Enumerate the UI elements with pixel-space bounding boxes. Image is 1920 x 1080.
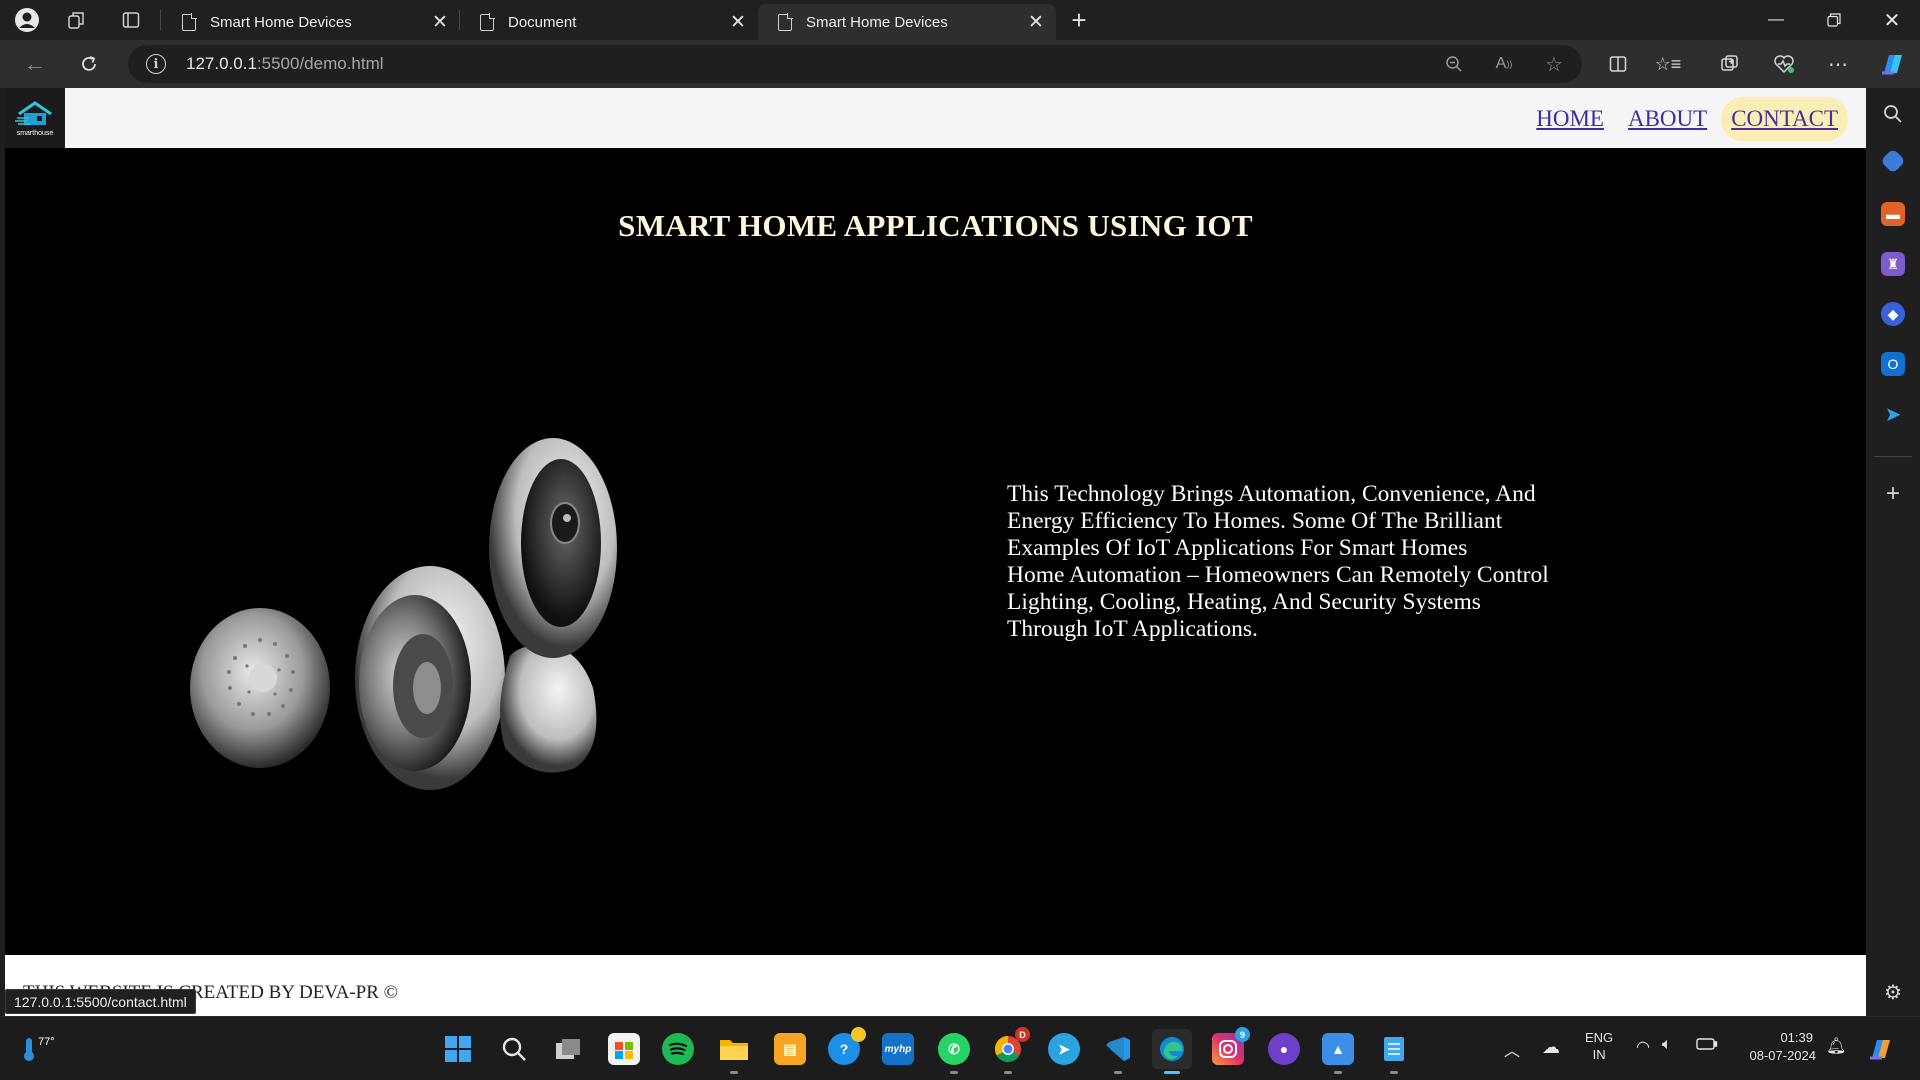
house-logo-icon xyxy=(15,100,52,125)
tab-title: Smart Home Devices xyxy=(806,13,948,31)
tab-title: Smart Home Devices xyxy=(210,13,352,31)
sidebar-search-icon[interactable] xyxy=(1881,102,1905,126)
refresh-icon[interactable] xyxy=(72,48,106,80)
close-window-icon[interactable]: ✕ xyxy=(1864,0,1920,40)
favorites-icon[interactable]: ☆≡ xyxy=(1654,50,1682,78)
page-icon xyxy=(778,12,793,31)
paragraph-line: Home Automation – Homeowners Can Remotel… xyxy=(1007,562,1549,588)
copilot-taskbar-icon[interactable] xyxy=(1864,1033,1896,1065)
instagram-icon[interactable]: 9 xyxy=(1212,1027,1250,1065)
paragraph-line: Energy Efficiency To Homes. Some Of The … xyxy=(1007,508,1503,534)
edge-icon[interactable] xyxy=(1152,1029,1192,1074)
volume-icon[interactable]: 🔈︎ xyxy=(1662,1036,1672,1054)
nav-about-link[interactable]: ABOUT xyxy=(1618,97,1717,141)
vscode-icon[interactable] xyxy=(1102,1033,1134,1074)
paragraph-line: Examples Of IoT Applications For Smart H… xyxy=(1007,535,1468,561)
weather-temp: 77° xyxy=(38,1036,55,1048)
workspaces-icon[interactable] xyxy=(62,6,92,34)
chrome-icon[interactable]: D xyxy=(992,1027,1030,1074)
tools-briefcase-icon[interactable]: ▬ xyxy=(1881,202,1905,226)
close-tab-icon[interactable]: ✕ xyxy=(1024,10,1048,34)
language-indicator[interactable]: ENG IN xyxy=(1585,1029,1613,1063)
more-menu-icon[interactable]: ⋯ xyxy=(1824,50,1852,78)
tab-smart-home-1[interactable]: Smart Home Devices ✕ xyxy=(162,4,460,40)
shopping-tag-icon[interactable] xyxy=(1880,148,1906,174)
page-icon xyxy=(480,12,495,31)
page-title: SMART HOME APPLICATIONS USING IOT xyxy=(618,208,1253,243)
browser-essentials-icon[interactable] xyxy=(1770,50,1798,78)
notepad-icon[interactable] xyxy=(1378,1033,1410,1074)
notifications-bell-icon[interactable]: 🔔︎ xyxy=(1826,1036,1846,1056)
clock[interactable]: 01:39 08-07-2024 xyxy=(1736,1029,1817,1065)
send-icon[interactable]: ➤ xyxy=(1881,402,1905,426)
read-aloud-icon[interactable]: A)) xyxy=(1492,53,1516,75)
favorite-star-icon[interactable]: ☆ xyxy=(1542,53,1566,76)
whatsapp-icon[interactable]: ✆ xyxy=(938,1033,970,1074)
file-explorer-icon[interactable] xyxy=(718,1033,750,1074)
start-windows-icon[interactable] xyxy=(442,1033,474,1065)
add-sidebar-app-icon[interactable]: + xyxy=(1881,480,1905,507)
site-header: smarthouse HOME ABOUT CONTACT xyxy=(5,88,1866,148)
copilot-icon[interactable] xyxy=(1878,50,1906,78)
profile-icon[interactable] xyxy=(12,6,42,34)
collections-icon[interactable] xyxy=(1716,50,1744,78)
help-icon[interactable]: ? xyxy=(828,1027,866,1065)
url-text[interactable]: 127.0.0.1:5500/demo.html xyxy=(186,54,384,74)
minimize-icon[interactable]: — xyxy=(1748,0,1804,40)
weather-widget[interactable]: 77° xyxy=(22,1033,62,1065)
chrome-badge: D xyxy=(1015,1027,1030,1042)
back-arrow-icon[interactable]: ← xyxy=(18,48,52,80)
web-page: smarthouse HOME ABOUT CONTACT SMART HOME… xyxy=(5,88,1866,1016)
smarthouse-logo[interactable]: smarthouse xyxy=(5,88,65,148)
search-icon[interactable] xyxy=(498,1033,530,1065)
new-tab-icon[interactable]: + xyxy=(1064,5,1094,35)
microsoft-store-icon[interactable] xyxy=(608,1033,640,1065)
zoom-out-icon[interactable] xyxy=(1442,53,1466,75)
wifi-icon[interactable]: ◠ xyxy=(1636,1037,1650,1057)
task-view-icon[interactable] xyxy=(552,1033,584,1065)
windows-taskbar: 77° ▤ ? myhp ✆ D ➤ 9 ● ▲ ︿ ☁ ENG IN ◠ 🔈︎… xyxy=(0,1016,1920,1080)
site-nav: HOME ABOUT CONTACT xyxy=(1522,97,1848,141)
paragraph-line: Through IoT Applications. xyxy=(1007,616,1258,642)
split-screen-icon[interactable] xyxy=(1604,50,1632,78)
nav-home-link[interactable]: HOME xyxy=(1526,97,1614,141)
restore-icon[interactable] xyxy=(1806,0,1862,40)
instagram-badge: 9 xyxy=(1235,1027,1250,1042)
tab-document[interactable]: Document ✕ xyxy=(460,4,758,40)
browser-toolbar: ← i 127.0.0.1:5500/demo.html A)) ☆ ☆≡ ⋯ xyxy=(0,40,1920,88)
clock-time: 01:39 xyxy=(1780,1030,1813,1045)
intro-paragraph: This Technology Brings Automation, Conve… xyxy=(1007,481,1587,643)
tab-title: Document xyxy=(508,13,577,31)
notes-app-icon[interactable]: ▤ xyxy=(774,1033,806,1065)
page-icon xyxy=(182,12,197,31)
logo-text: smarthouse xyxy=(16,129,54,137)
spotify-icon[interactable] xyxy=(662,1033,694,1065)
battery-icon[interactable] xyxy=(1696,1037,1718,1054)
address-bar[interactable]: i 127.0.0.1:5500/demo.html A)) ☆ xyxy=(128,45,1582,83)
site-footer: THIS WEBSITE IS CREATED BY DEVA-PR © xyxy=(5,955,1866,1016)
tab-smart-home-active[interactable]: Smart Home Devices ✕ xyxy=(758,4,1056,40)
sidebar-settings-gear-icon[interactable]: ⚙ xyxy=(1881,980,1905,1004)
link-status-tooltip: 127.0.0.1:5500/contact.html xyxy=(5,989,196,1014)
telegram-icon[interactable]: ➤ xyxy=(1048,1033,1080,1065)
myhp-icon[interactable]: myhp xyxy=(882,1033,914,1065)
photos-icon[interactable]: ▲ xyxy=(1322,1033,1354,1074)
github-icon[interactable]: ● xyxy=(1268,1033,1300,1065)
nav-contact-link[interactable]: CONTACT xyxy=(1721,97,1848,141)
outlook-icon[interactable]: O xyxy=(1881,352,1905,376)
site-info-icon[interactable]: i xyxy=(146,54,166,74)
smart-devices-image xyxy=(190,438,617,790)
games-icon[interactable]: ♜ xyxy=(1881,252,1905,276)
clock-date: 08-07-2024 xyxy=(1749,1048,1817,1063)
browser-tab-bar: Smart Home Devices ✕ Document ✕ Smart Ho… xyxy=(0,0,1920,40)
close-tab-icon[interactable]: ✕ xyxy=(428,10,452,34)
vertical-tabs-icon[interactable] xyxy=(116,6,146,34)
close-tab-icon[interactable]: ✕ xyxy=(726,10,750,34)
paragraph-line: This Technology Brings Automation, Conve… xyxy=(1007,481,1536,507)
microsoft-365-icon[interactable]: ◆ xyxy=(1881,302,1905,326)
paragraph-line: Lighting, Cooling, Heating, And Security… xyxy=(1007,589,1481,615)
edge-sidebar: ▬ ♜ ◆ O ➤ + ⚙ xyxy=(1866,88,1920,1016)
onedrive-cloud-icon[interactable]: ☁ xyxy=(1542,1037,1560,1058)
show-hidden-icons-chevron-icon[interactable]: ︿ xyxy=(1504,1037,1520,1061)
